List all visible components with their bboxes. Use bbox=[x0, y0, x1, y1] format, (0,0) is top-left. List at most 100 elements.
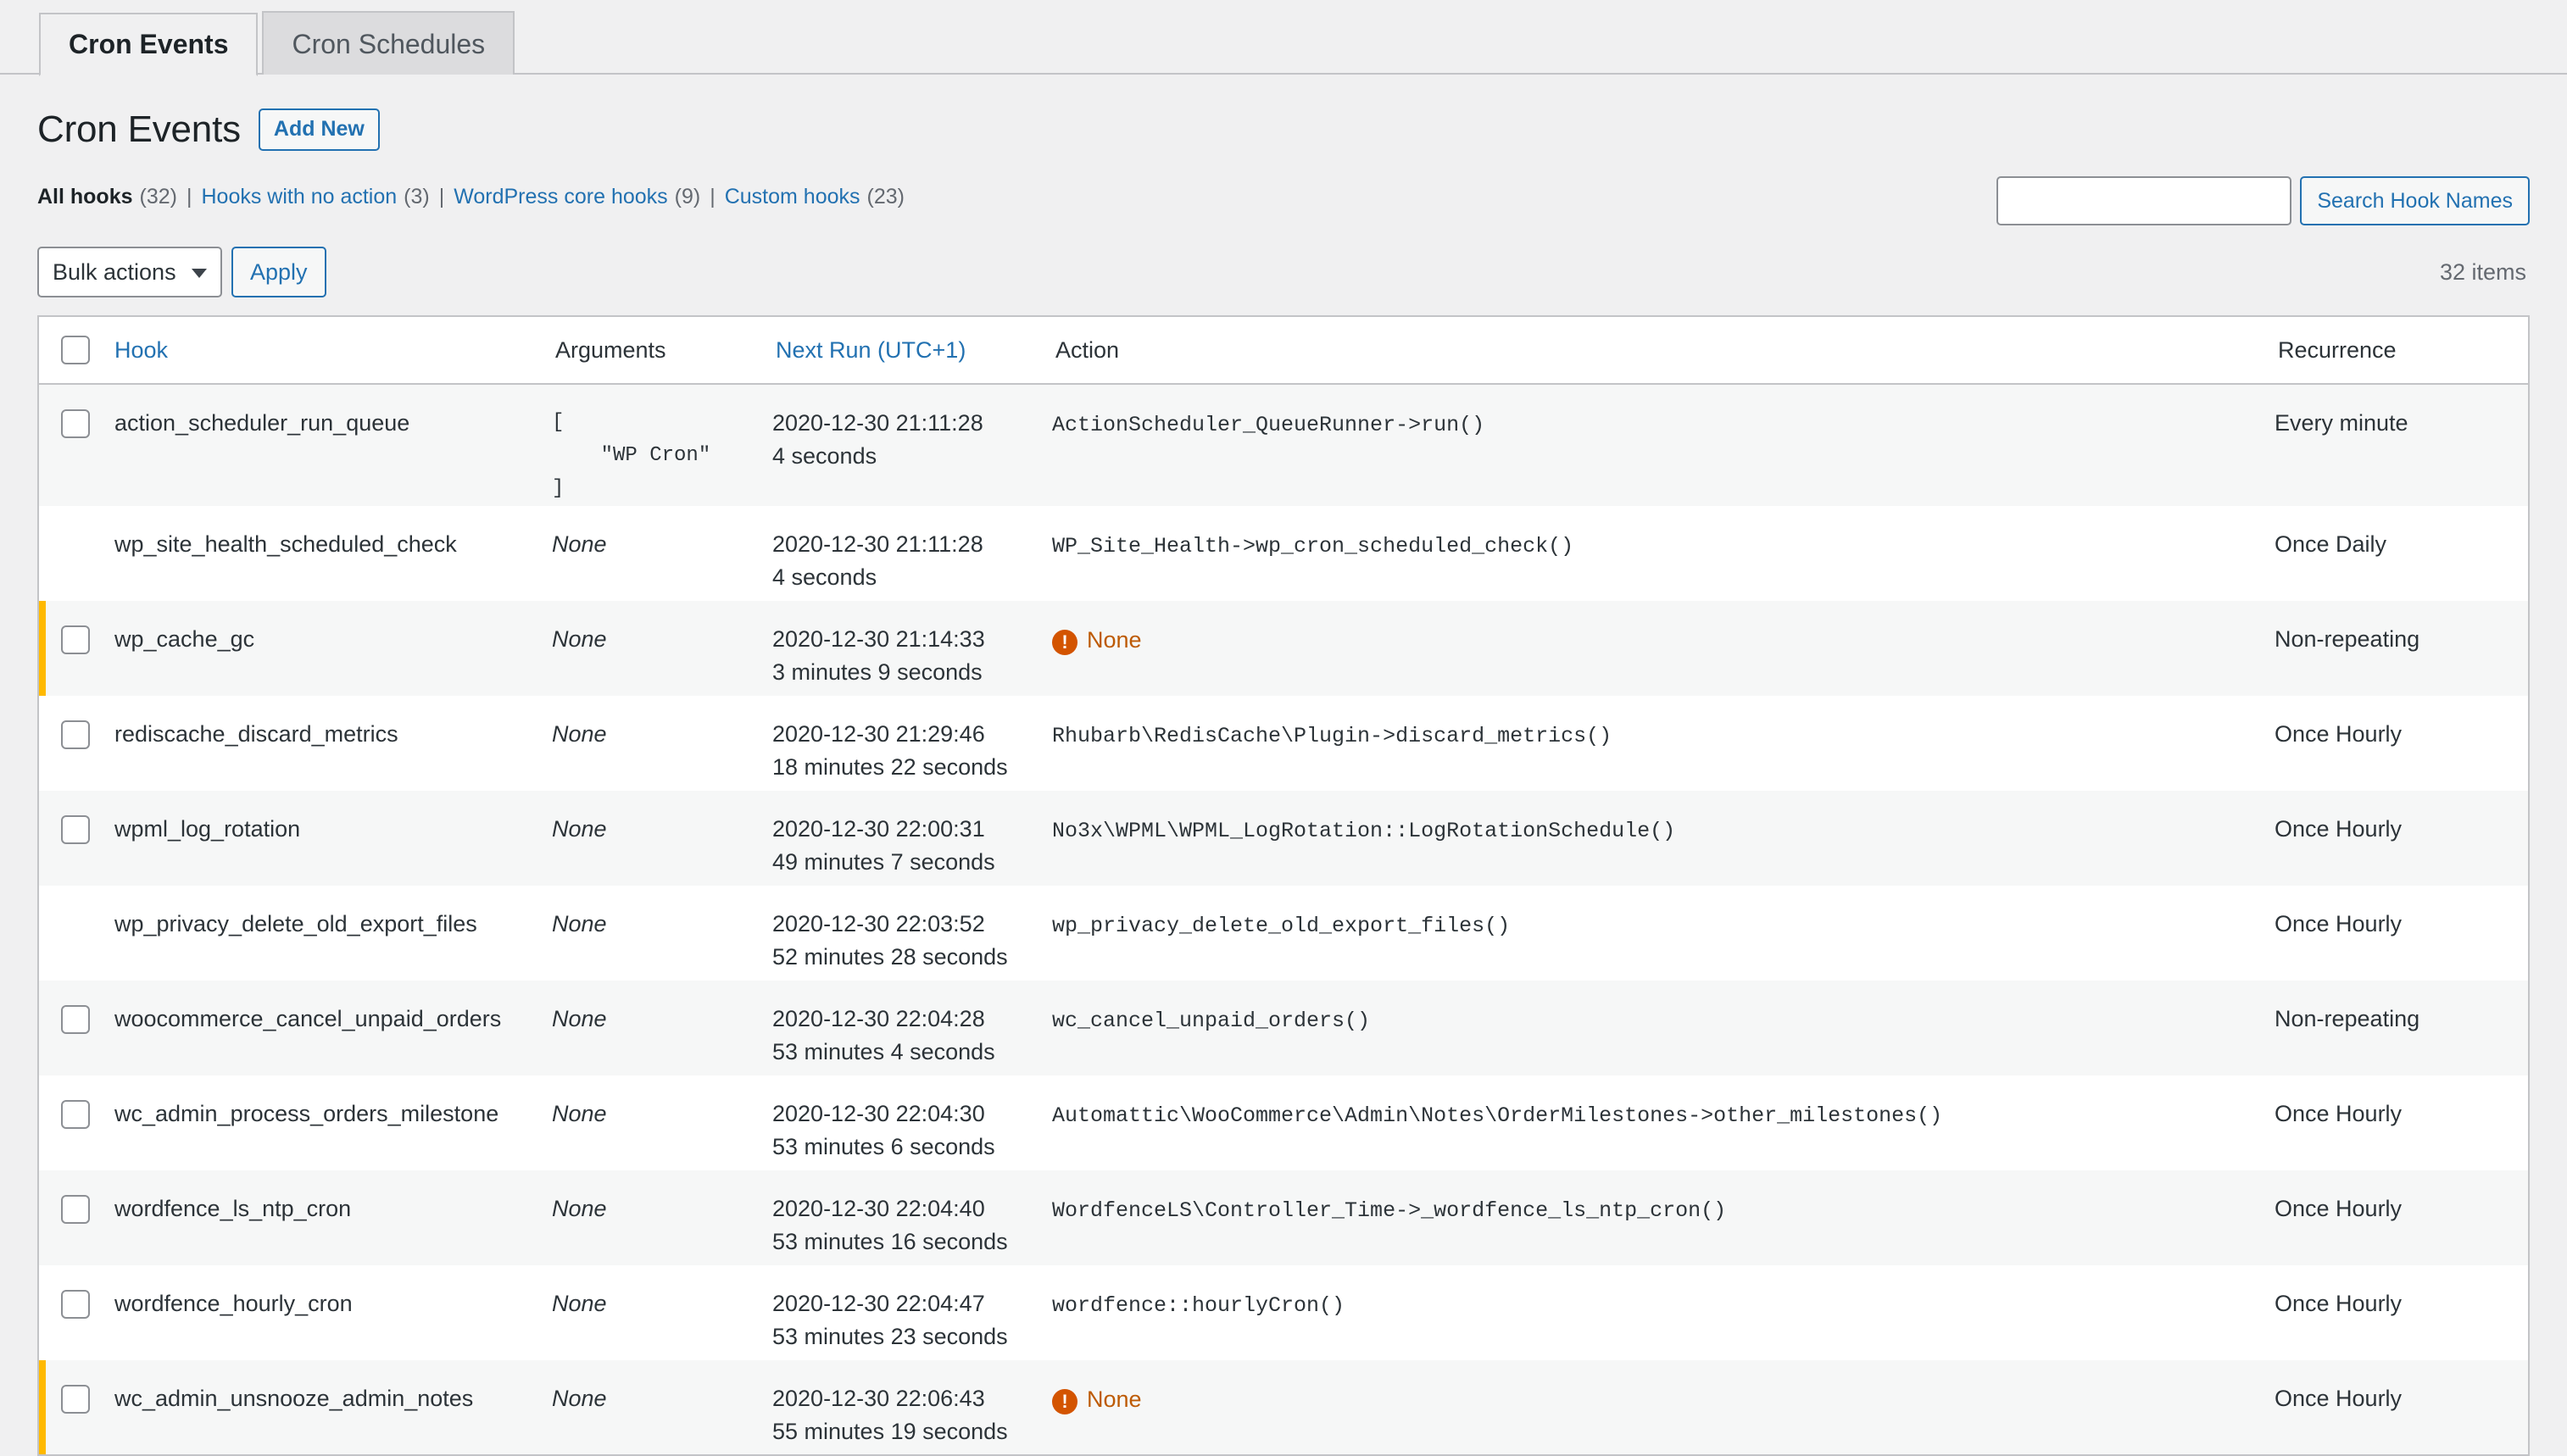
cell-recurrence: Once Daily bbox=[2275, 506, 2529, 601]
arguments-none: None bbox=[552, 1290, 607, 1316]
recurrence-value: Every minute bbox=[2275, 410, 2408, 436]
cell-action: ActionScheduler_QueueRunner->run() bbox=[1052, 384, 2275, 506]
warning-icon: ! bbox=[1052, 629, 1077, 655]
select-all-checkbox[interactable] bbox=[60, 336, 90, 364]
action-missing-label: None bbox=[1087, 1387, 1142, 1413]
recurrence-value: Once Hourly bbox=[2275, 1290, 2403, 1316]
column-header-arguments: Arguments bbox=[552, 316, 772, 385]
filter-core-hooks-label[interactable]: WordPress core hooks bbox=[454, 185, 667, 209]
action-callback: wordfence::hourlyCron() bbox=[1052, 1292, 1345, 1318]
warning-icon: ! bbox=[1052, 1388, 1077, 1414]
filter-hooks-no-action[interactable]: Hooks with no action (3) bbox=[201, 185, 429, 209]
action-missing-label: None bbox=[1087, 627, 1142, 653]
table-row: wordfence_ls_ntp_cron None 2020-12-30 22:0… bbox=[38, 1170, 2529, 1265]
action-missing: ! None bbox=[1052, 624, 1142, 657]
cell-next-run: 2020-12-30 21:29:46 18 minutes 22 seconds bbox=[772, 696, 1052, 791]
row-checkbox[interactable] bbox=[60, 720, 90, 749]
cell-arguments: None bbox=[552, 791, 772, 886]
hook-name: action_scheduler_run_queue bbox=[114, 410, 410, 436]
tab-cron-events[interactable]: Cron Events bbox=[39, 13, 259, 76]
column-header-action: Action bbox=[1052, 316, 2275, 385]
cell-hook: action_scheduler_run_queue bbox=[111, 384, 552, 506]
cell-arguments: None bbox=[552, 1170, 772, 1265]
apply-button[interactable]: Apply bbox=[231, 247, 326, 297]
cell-recurrence: Once Hourly bbox=[2275, 1265, 2529, 1360]
next-run-timestamp: 2020-12-30 22:04:47 bbox=[772, 1290, 985, 1316]
row-checkbox[interactable] bbox=[60, 1194, 90, 1224]
filter-core-hooks[interactable]: WordPress core hooks (9) bbox=[454, 185, 700, 209]
bulk-actions-select[interactable]: Bulk actions bbox=[37, 247, 222, 297]
tab-cron-schedules[interactable]: Cron Schedules bbox=[262, 11, 515, 75]
bulk-actions-selected-label: Bulk actions bbox=[53, 258, 176, 285]
tablenav-top: Bulk actions Apply 32 items bbox=[37, 246, 2530, 298]
action-callback: ActionScheduler_QueueRunner->run() bbox=[1052, 413, 1485, 437]
filter-custom-hooks-count: (23) bbox=[866, 185, 905, 208]
cell-hook: wpml_log_rotation bbox=[111, 791, 552, 886]
arguments-none: None bbox=[552, 531, 607, 557]
row-checkbox[interactable] bbox=[60, 409, 90, 438]
column-header-recurrence-label: Recurrence bbox=[2278, 336, 2397, 363]
column-header-next-run[interactable]: Next Run (UTC+1) bbox=[772, 316, 1052, 385]
filter-all-hooks-label: All hooks bbox=[37, 185, 133, 208]
cell-next-run: 2020-12-30 22:04:47 53 minutes 23 seconds bbox=[772, 1265, 1052, 1360]
filter-custom-hooks-label[interactable]: Custom hooks bbox=[725, 185, 860, 209]
recurrence-value: Once Hourly bbox=[2275, 1385, 2403, 1411]
table-header-row: Hook Arguments Next Run (UTC+1) Action R… bbox=[38, 316, 2529, 385]
column-header-action-label: Action bbox=[1055, 336, 1120, 363]
row-checkbox-cell bbox=[38, 506, 111, 601]
row-checkbox[interactable] bbox=[60, 1384, 90, 1414]
row-checkbox[interactable] bbox=[60, 1289, 90, 1319]
column-header-hook-label[interactable]: Hook bbox=[114, 337, 168, 363]
row-checkbox-cell bbox=[38, 1075, 111, 1170]
search-input[interactable] bbox=[1996, 176, 2292, 225]
cell-action: ! None bbox=[1052, 1360, 2275, 1455]
cell-recurrence: Once Hourly bbox=[2275, 791, 2529, 886]
row-checkbox-cell bbox=[38, 1170, 111, 1265]
filter-separator-3: | bbox=[710, 185, 716, 208]
action-missing: ! None bbox=[1052, 1383, 1142, 1416]
displaying-num: 32 items bbox=[2439, 258, 2526, 285]
cell-hook: woocommerce_cancel_unpaid_orders bbox=[111, 981, 552, 1075]
next-run-timestamp: 2020-12-30 21:11:28 bbox=[772, 531, 983, 557]
arguments-none: None bbox=[552, 815, 607, 842]
filter-hooks-no-action-label[interactable]: Hooks with no action bbox=[201, 185, 397, 209]
table-row: wpml_log_rotation None 2020-12-30 22:00:31… bbox=[38, 790, 2529, 886]
cell-action: Automattic\WooCommerce\Admin\Notes\Order… bbox=[1052, 1075, 2275, 1170]
row-checkbox[interactable] bbox=[60, 625, 90, 654]
row-checkbox-cell bbox=[38, 791, 111, 886]
arguments-none: None bbox=[552, 1005, 607, 1031]
cell-action: WordfenceLS\Controller_Time->_wordfence_… bbox=[1052, 1170, 2275, 1265]
add-new-button[interactable]: Add New bbox=[258, 108, 380, 151]
next-run-timestamp: 2020-12-30 21:11:28 bbox=[772, 410, 983, 436]
filter-custom-hooks[interactable]: Custom hooks (23) bbox=[725, 185, 905, 209]
row-checkbox[interactable] bbox=[60, 814, 90, 844]
cell-next-run: 2020-12-30 21:14:33 3 minutes 9 seconds bbox=[772, 601, 1052, 696]
row-checkbox[interactable] bbox=[60, 1004, 90, 1034]
arguments-code: [ "WP Cron" ] bbox=[552, 411, 711, 500]
filters-row: All hooks (32) | Hooks with no action (3… bbox=[37, 176, 2530, 227]
filter-all-hooks[interactable]: All hooks (32) bbox=[37, 185, 177, 209]
row-checkbox[interactable] bbox=[60, 1099, 90, 1129]
cell-next-run: 2020-12-30 21:11:28 4 seconds bbox=[772, 384, 1052, 506]
arguments-none: None bbox=[552, 1100, 607, 1126]
cron-events-table: Hook Arguments Next Run (UTC+1) Action R… bbox=[37, 315, 2530, 1456]
cell-recurrence: Every minute bbox=[2275, 384, 2529, 506]
filter-separator-2: | bbox=[438, 185, 445, 208]
next-run-relative: 49 minutes 7 seconds bbox=[772, 848, 995, 875]
page-wrap: Cron Events Add New All hooks (32) | Hoo… bbox=[0, 75, 2567, 1456]
cell-hook: rediscache_discard_metrics bbox=[111, 696, 552, 791]
column-header-hook[interactable]: Hook bbox=[111, 316, 552, 385]
next-run-relative: 53 minutes 16 seconds bbox=[772, 1228, 1008, 1254]
title-row: Cron Events Add New bbox=[37, 75, 2530, 151]
column-header-next-run-label[interactable]: Next Run (UTC+1) bbox=[776, 337, 966, 363]
hook-name: wp_site_health_scheduled_check bbox=[114, 531, 457, 557]
row-checkbox-cell bbox=[38, 384, 111, 506]
search-hook-names-button[interactable]: Search Hook Names bbox=[2300, 176, 2530, 225]
next-run-relative: 52 minutes 28 seconds bbox=[772, 943, 1008, 970]
hook-name: wc_admin_unsnooze_admin_notes bbox=[114, 1385, 474, 1411]
filter-all-hooks-count: (32) bbox=[139, 185, 177, 208]
cell-action: wc_cancel_unpaid_orders() bbox=[1052, 981, 2275, 1075]
cell-hook: wp_cache_gc bbox=[111, 601, 552, 696]
hook-filter-links: All hooks (32) | Hooks with no action (3… bbox=[37, 180, 905, 209]
column-header-checkbox bbox=[38, 316, 111, 385]
